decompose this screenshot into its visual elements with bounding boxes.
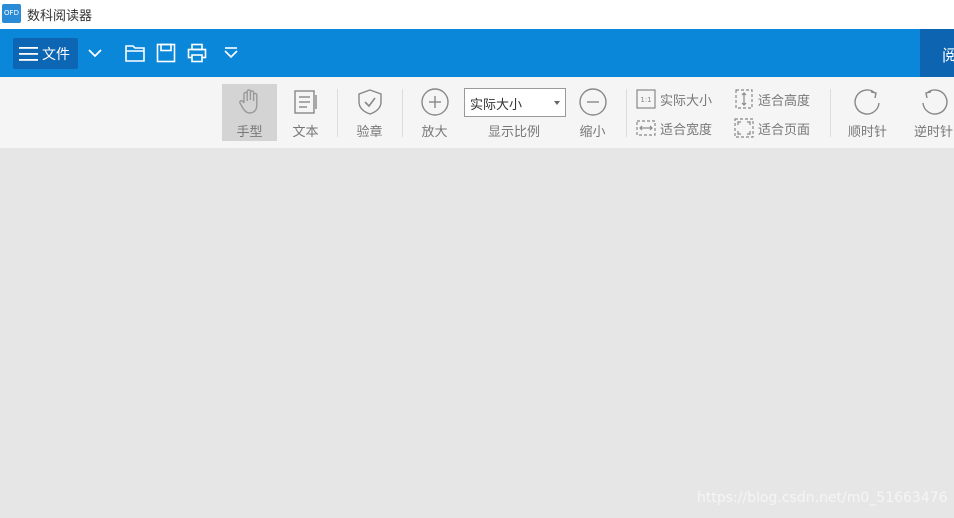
rotate-clockwise-icon xyxy=(854,89,880,115)
fit-page-button[interactable]: 适合页面 xyxy=(734,117,820,139)
rotate-clockwise-label: 顺时针 xyxy=(847,125,887,140)
actual-size-label: 实际大小 xyxy=(660,94,713,109)
app-logo-icon: OFD xyxy=(2,4,21,23)
zoom-in-icon xyxy=(421,88,449,116)
toolbar-divider xyxy=(830,89,831,137)
title-bar: OFD 数科阅读器 xyxy=(0,0,954,29)
chevron-down-icon[interactable] xyxy=(84,42,106,64)
text-select-icon xyxy=(294,90,317,114)
hand-icon xyxy=(239,89,258,114)
rotate-clockwise-button[interactable]: 顺时针 xyxy=(840,84,895,141)
text-tool-label: 文本 xyxy=(292,125,319,140)
hand-tool-label: 手型 xyxy=(236,125,263,140)
zoom-ratio-value: 实际大小 xyxy=(470,98,523,113)
fit-height-label: 适合高度 xyxy=(758,94,811,109)
quick-access-dropdown-icon[interactable] xyxy=(220,42,242,64)
tab-reader[interactable]: 阅读 xyxy=(920,29,954,77)
rotate-counterclockwise-icon xyxy=(922,89,948,115)
menu-icon xyxy=(19,47,38,61)
verify-seal-button[interactable]: 验章 xyxy=(342,84,397,141)
fit-page-icon xyxy=(734,118,754,138)
file-menu-button[interactable]: 文件 xyxy=(13,38,78,69)
fit-width-label: 适合宽度 xyxy=(660,123,713,138)
tab-reader-label: 阅读 xyxy=(942,46,954,65)
watermark-text: https://blog.csdn.net/m0_51663476 xyxy=(697,490,948,506)
open-folder-icon[interactable] xyxy=(124,42,146,64)
zoom-out-label: 缩小 xyxy=(579,125,606,140)
dropdown-arrow-icon xyxy=(554,101,560,105)
actual-size-button[interactable]: 1:1 实际大小 xyxy=(636,88,722,110)
actual-size-icon: 1:1 xyxy=(636,89,656,109)
zoom-in-label: 放大 xyxy=(421,125,448,140)
verify-seal-label: 验章 xyxy=(356,125,383,140)
hand-tool-button[interactable]: 手型 xyxy=(222,84,277,141)
shield-check-icon xyxy=(358,89,382,115)
print-icon[interactable] xyxy=(186,42,208,64)
zoom-out-icon xyxy=(579,88,607,116)
toolbar-divider xyxy=(337,89,338,137)
toolbar-divider xyxy=(626,89,627,137)
fit-page-label: 适合页面 xyxy=(758,123,811,138)
zoom-in-button[interactable]: 放大 xyxy=(407,84,462,141)
fit-height-button[interactable]: 适合高度 xyxy=(734,88,820,110)
fit-height-icon xyxy=(735,89,753,109)
save-icon[interactable] xyxy=(155,42,177,64)
app-title: 数科阅读器 xyxy=(27,9,93,24)
file-menu-label: 文件 xyxy=(42,47,70,63)
zoom-ratio-label: 显示比例 xyxy=(487,125,540,140)
toolbar-divider xyxy=(402,89,403,137)
fit-width-icon xyxy=(636,120,656,136)
fit-width-button[interactable]: 适合宽度 xyxy=(636,117,722,139)
rotate-counterclockwise-label: 逆时针 xyxy=(913,125,953,140)
menu-bar: 文件 阅读 xyxy=(0,29,954,77)
rotate-counterclockwise-button[interactable]: 逆时针 xyxy=(906,84,954,141)
text-tool-button[interactable]: 文本 xyxy=(278,84,333,141)
svg-text:1:1: 1:1 xyxy=(640,96,651,104)
document-canvas[interactable] xyxy=(0,148,954,518)
zoom-out-button[interactable]: 缩小 xyxy=(565,84,620,141)
zoom-ratio-select[interactable]: 实际大小 xyxy=(464,88,566,117)
